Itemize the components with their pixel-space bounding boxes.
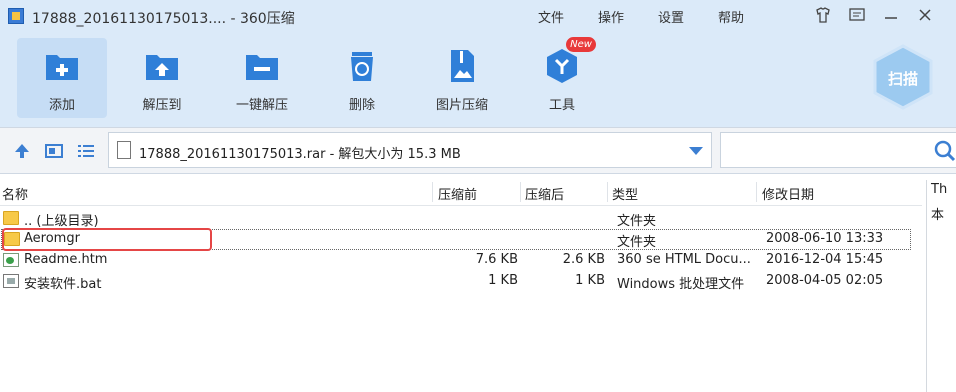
image-compress-icon xyxy=(451,50,474,82)
image-compress-label: 图片压缩 xyxy=(435,98,488,113)
extract-to-label: 解压到 xyxy=(142,98,182,113)
column-name[interactable]: 名称 xyxy=(2,184,28,203)
table-row[interactable]: Readme.htm 7.6 KB 2.6 KB 360 se HTML Doc… xyxy=(0,250,922,271)
extract-to-icon xyxy=(146,55,178,80)
column-type[interactable]: 类型 xyxy=(612,184,638,203)
column-divider[interactable] xyxy=(607,182,608,202)
add-label: 添加 xyxy=(48,98,75,113)
scan-label: 扫描 xyxy=(887,70,918,88)
add-folder-icon xyxy=(46,55,78,80)
menu-operation[interactable]: 操作 xyxy=(598,7,624,26)
tools-icon xyxy=(547,49,577,83)
preview-text-line: Th xyxy=(931,182,948,197)
minimize-icon[interactable] xyxy=(880,6,902,26)
file-type: 文件夹 xyxy=(617,214,657,229)
list-view-icon[interactable] xyxy=(76,141,96,161)
file-modified-date: 2008-06-10 13:33 xyxy=(766,231,884,246)
thumbnail-view-icon[interactable] xyxy=(44,141,64,161)
search-input[interactable] xyxy=(727,141,927,159)
file-name: .. (上级目录) xyxy=(24,214,99,229)
new-badge: New xyxy=(566,37,596,52)
preview-text-line: 本 xyxy=(931,208,945,223)
scan-button[interactable]: 扫描 xyxy=(872,44,934,110)
column-size-after[interactable]: 压缩后 xyxy=(525,184,564,203)
add-button[interactable]: 添加 xyxy=(17,38,107,118)
file-size-before: 1 KB xyxy=(488,273,518,288)
menu-help[interactable]: 帮助 xyxy=(718,7,744,26)
extract-to-button[interactable]: 解压到 xyxy=(117,38,207,118)
menu-file[interactable]: 文件 xyxy=(538,7,564,26)
bat-file-icon xyxy=(3,274,19,288)
file-size-after: 2.6 KB xyxy=(562,252,605,267)
close-icon[interactable] xyxy=(914,6,936,26)
highlight-annotation-box xyxy=(2,228,212,251)
one-click-extract-label: 一键解压 xyxy=(235,98,288,113)
one-click-extract-button[interactable]: 一键解压 xyxy=(217,38,307,118)
file-name: Readme.htm xyxy=(24,252,108,267)
path-address-box[interactable]: 17888_20161130175013.rar - 解包大小为 15.3 MB xyxy=(108,132,712,168)
one-click-extract-icon xyxy=(246,55,278,80)
file-modified-date: 2016-12-04 15:45 xyxy=(766,252,884,267)
file-list-header: 名称 压缩前 压缩后 类型 修改日期 xyxy=(0,180,922,206)
file-type: 文件夹 xyxy=(617,235,657,250)
address-bar-row: 17888_20161130175013.rar - 解包大小为 15.3 MB xyxy=(0,127,956,174)
file-type: 360 se HTML Docu... xyxy=(617,252,751,267)
skin-icon[interactable] xyxy=(812,6,834,26)
html-file-icon xyxy=(3,253,19,267)
delete-button[interactable]: 删除 xyxy=(317,38,407,118)
file-name: 安装软件.bat xyxy=(24,277,102,292)
title-bar: 17888_20161130175013.... - 360压缩 文件 操作 设… xyxy=(0,0,956,32)
up-directory-icon[interactable] xyxy=(12,141,32,161)
window-title: 17888_20161130175013.... - 360压缩 xyxy=(32,11,295,27)
tools-label: 工具 xyxy=(548,98,575,113)
image-compress-button[interactable]: 图片压缩 xyxy=(417,38,507,118)
search-icon[interactable] xyxy=(933,139,956,163)
table-row[interactable]: 安装软件.bat 1 KB 1 KB Windows 批处理文件 2008-04… xyxy=(0,271,922,292)
column-size-before[interactable]: 压缩前 xyxy=(438,184,477,203)
table-row[interactable]: .. (上级目录) 文件夹 xyxy=(0,208,922,229)
archive-path-text: 17888_20161130175013.rar - 解包大小为 15.3 MB xyxy=(139,147,461,162)
parent-folder-icon xyxy=(3,211,19,225)
file-size-before: 7.6 KB xyxy=(475,252,518,267)
archive-file-icon xyxy=(117,141,131,159)
column-divider[interactable] xyxy=(432,182,433,202)
app-logo-icon xyxy=(8,8,24,24)
recycle-bin-icon xyxy=(351,52,373,81)
file-modified-date: 2008-04-05 02:05 xyxy=(766,273,884,288)
feedback-icon[interactable] xyxy=(846,6,868,26)
top-toolbar-area: 17888_20161130175013.... - 360压缩 文件 操作 设… xyxy=(0,0,956,127)
search-box xyxy=(720,132,956,168)
file-type: Windows 批处理文件 xyxy=(617,277,745,292)
preview-pane: Th 本 xyxy=(926,180,956,392)
column-divider[interactable] xyxy=(520,182,521,202)
column-divider[interactable] xyxy=(756,182,757,202)
file-size-after: 1 KB xyxy=(575,273,605,288)
delete-label: 删除 xyxy=(348,98,375,113)
menu-settings[interactable]: 设置 xyxy=(658,7,684,26)
path-dropdown-icon[interactable] xyxy=(689,147,703,155)
column-modified-date[interactable]: 修改日期 xyxy=(762,184,814,203)
